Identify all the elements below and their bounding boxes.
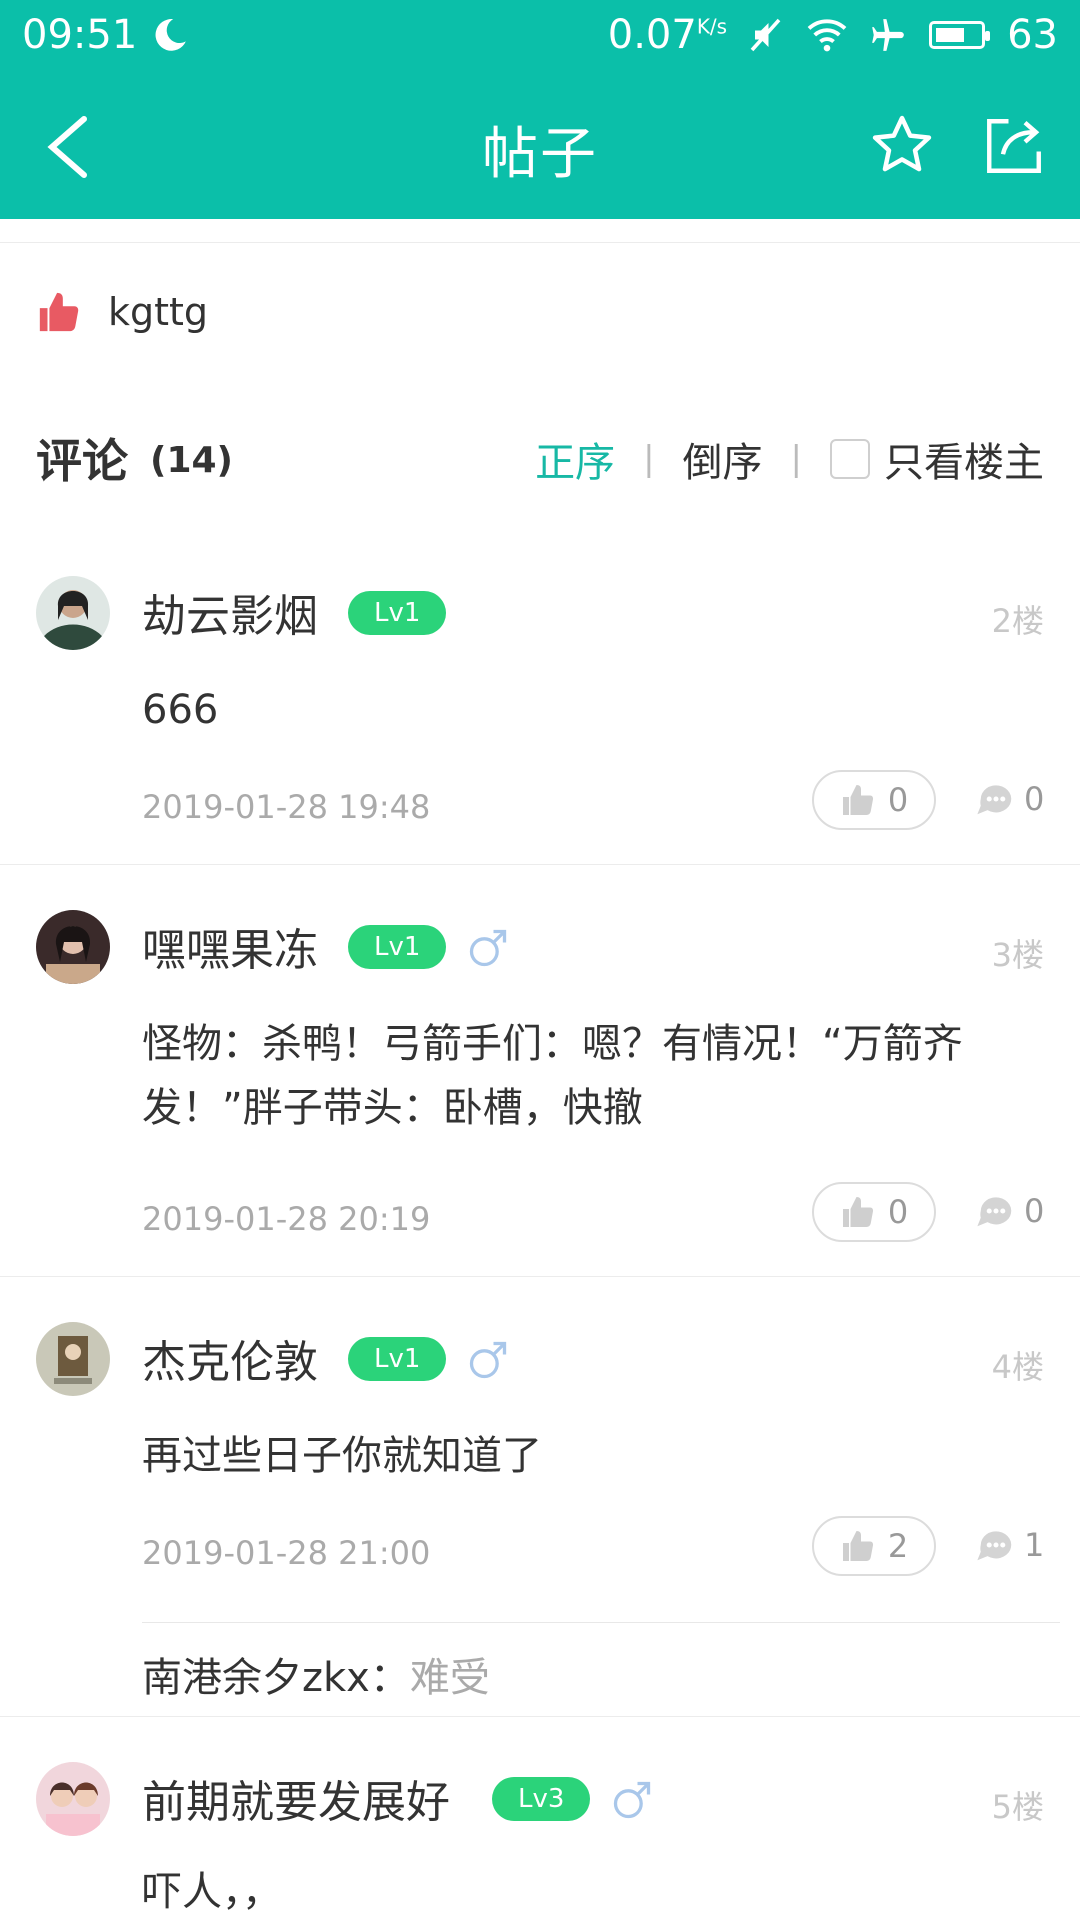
status-time: 09:51 — [22, 12, 138, 58]
username[interactable]: 杰克伦敦 — [142, 1326, 318, 1390]
reply-preview[interactable]: 南港余夕zkx：难受 — [142, 1622, 1060, 1703]
network-speed: 0.07K/s — [607, 12, 728, 58]
wifi-icon — [807, 19, 847, 52]
like-button[interactable]: 0 — [812, 770, 936, 830]
only-op-label: 只看楼主 — [884, 440, 1044, 486]
comment-time: 2019-01-28 19:48 — [142, 788, 431, 826]
divider — [0, 1716, 1080, 1717]
reply-line: 南港余夕zkx：难受 — [142, 1645, 1060, 1703]
share-icon[interactable] — [980, 113, 1048, 179]
likes-row: kgttg — [36, 288, 208, 336]
reply-body: 难受 — [409, 1655, 490, 1701]
thumbs-up-icon — [842, 785, 873, 815]
comments-count: (14) — [150, 440, 234, 481]
only-op-toggle[interactable]: 只看楼主 — [830, 430, 1044, 488]
reply-button[interactable]: 0 — [974, 1192, 1044, 1230]
floor-number: 4楼 — [991, 1348, 1044, 1386]
like-count: 2 — [887, 1527, 909, 1565]
floor-number: 5楼 — [991, 1788, 1044, 1826]
comment-content: 再过些日子你就知道了 — [142, 1433, 542, 1479]
avatar[interactable] — [36, 576, 110, 650]
divider — [0, 242, 1080, 243]
comment-bubble-icon — [977, 1531, 1012, 1561]
comment-bubble-icon — [977, 1197, 1012, 1227]
sort-ascending-tab[interactable]: 正序 — [535, 430, 615, 488]
status-bar: 09:51 0.07K/s 63 — [0, 0, 1080, 75]
like-count: 0 — [887, 1193, 909, 1231]
comments-title: 评论 — [36, 434, 128, 488]
avatar[interactable] — [36, 1762, 110, 1836]
like-button[interactable]: 2 — [812, 1516, 936, 1576]
comment-time: 2019-01-28 21:00 — [142, 1534, 431, 1572]
moon-icon — [155, 19, 187, 51]
reply-user[interactable]: 南港余夕zkx： — [142, 1655, 410, 1701]
airplane-icon — [872, 19, 904, 51]
username[interactable]: 劫云影烟 — [142, 580, 318, 644]
thumbs-up-icon — [842, 1531, 873, 1561]
sort-descending-tab[interactable]: 倒序 — [683, 430, 763, 488]
floor-number: 3楼 — [991, 936, 1044, 974]
username[interactable]: 前期就要发展好 — [142, 1766, 450, 1830]
separator: | — [643, 439, 655, 479]
app-bar: 帖子 — [0, 75, 1080, 219]
comment-content: 怪物：杀鸭！弓箭手们：嗯？有情况！“万箭齐发！”胖子带头：卧槽，快撤 — [142, 1021, 963, 1131]
separator: | — [790, 439, 802, 479]
divider — [0, 1276, 1080, 1277]
comment-bubble-icon — [977, 785, 1012, 815]
thumbs-up-icon — [39, 292, 79, 332]
favorite-star-icon[interactable] — [868, 111, 936, 179]
reply-count: 1 — [1024, 1526, 1045, 1564]
thumbs-up-icon — [842, 1197, 873, 1227]
floor-number: 2楼 — [991, 602, 1044, 640]
username[interactable]: 嘿嘿果冻 — [142, 914, 318, 978]
reply-button[interactable]: 1 — [974, 1526, 1044, 1564]
reply-count: 0 — [1024, 780, 1045, 818]
avatar[interactable] — [36, 910, 110, 984]
comment-time: 2019-01-28 20:19 — [142, 1200, 431, 1238]
like-count: 0 — [887, 781, 909, 819]
reply-count: 0 — [1024, 1192, 1045, 1230]
battery-level: 63 — [1007, 12, 1058, 58]
male-gender-icon — [469, 1341, 507, 1379]
like-button[interactable]: 0 — [812, 1182, 936, 1242]
male-gender-icon — [613, 1781, 651, 1819]
divider — [0, 864, 1080, 865]
reply-button[interactable]: 0 — [974, 780, 1044, 818]
level-badge: Lv1 — [348, 925, 447, 969]
only-op-checkbox[interactable] — [830, 439, 870, 479]
comment-content: 吓人，， — [142, 1869, 282, 1915]
mute-icon — [750, 18, 781, 52]
liker-name[interactable]: kgttg — [108, 290, 208, 334]
level-badge: Lv1 — [348, 1337, 447, 1381]
level-badge: Lv1 — [348, 591, 447, 635]
avatar[interactable] — [36, 1322, 110, 1396]
sort-bar: 正序 | 倒序 | 只看楼主 — [535, 430, 1044, 488]
comment-content: 666 — [142, 687, 219, 733]
male-gender-icon — [469, 929, 507, 967]
level-badge: Lv3 — [492, 1777, 591, 1821]
divider — [142, 1622, 1060, 1623]
battery-icon — [929, 21, 991, 49]
